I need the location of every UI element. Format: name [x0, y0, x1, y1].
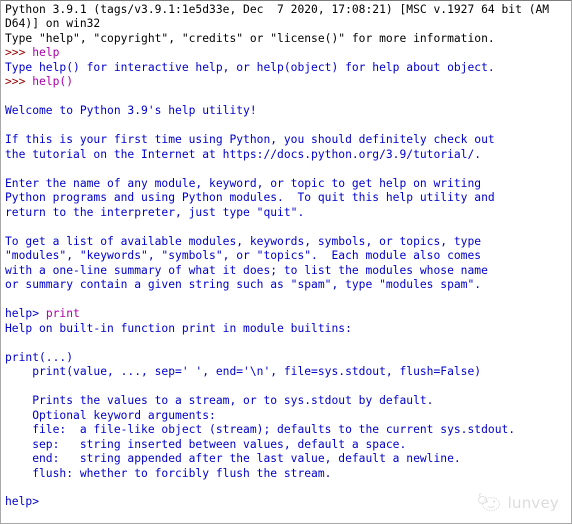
console-text: Help on built-in function print in modul… [5, 321, 352, 335]
console-line: the tutorial on the Internet at https://… [5, 148, 571, 162]
console-prompt: >>> [5, 46, 33, 60]
console-line: Python 3.9.1 (tags/v3.9.1:1e5d33e, Dec 7… [5, 3, 571, 17]
python-idle-shell-window[interactable]: Python 3.9.1 (tags/v3.9.1:1e5d33e, Dec 7… [0, 0, 572, 524]
console-text: print(value, ..., sep=' ', end='\n', fil… [5, 365, 482, 379]
console-user-input: print [45, 307, 80, 321]
console-line: Enter the name of any module, keyword, o… [5, 177, 571, 191]
console-text: file: a file-like object (stream); defau… [5, 423, 516, 437]
console-text: Python programs and using Python modules… [5, 191, 495, 205]
console-line: return to the interpreter, just type "qu… [5, 206, 571, 220]
console-line: "modules", "keywords", "symbols", or "to… [5, 249, 571, 263]
console-text: help> [5, 495, 40, 509]
console-text: flush: whether to forcibly flush the str… [5, 466, 332, 480]
console-line: Type "help", "copyright", "credits" or "… [5, 32, 571, 46]
console-line: Welcome to Python 3.9's help utility! [5, 104, 571, 118]
console-line: >>> help() [5, 75, 571, 89]
console-line: Optional keyword arguments: [5, 409, 571, 423]
console-text: end: string appended after the last valu… [5, 452, 461, 466]
console-line: or summary contain a given string such a… [5, 278, 571, 292]
console-user-input: help [32, 46, 60, 60]
console-text: Optional keyword arguments: [5, 408, 216, 422]
console-line: To get a list of available modules, keyw… [5, 235, 571, 249]
console-text: return to the interpreter, just type "qu… [5, 205, 305, 219]
console-line: sep: string inserted between values, def… [5, 438, 571, 452]
console-line: Prints the values to a stream, or to sys… [5, 394, 571, 408]
console-text: Python 3.9.1 (tags/v3.9.1:1e5d33e, Dec 7… [5, 3, 550, 16]
console-line: with a one-line summary of what it does;… [5, 264, 571, 278]
console-line: help> [5, 495, 571, 509]
console-line: file: a file-like object (stream); defau… [5, 423, 571, 437]
console-line: end: string appended after the last valu… [5, 452, 571, 466]
console-text: with a one-line summary of what it does;… [5, 263, 488, 277]
console-text: Type "help", "copyright", "credits" or "… [5, 31, 495, 45]
console-text: If this is your first time using Python,… [5, 133, 495, 147]
console-prompt: >>> [5, 75, 33, 89]
console-line: print(...) [5, 351, 571, 365]
console-text: Type help() for interactive help, or hel… [5, 60, 495, 74]
console-output-area[interactable]: Python 3.9.1 (tags/v3.9.1:1e5d33e, Dec 7… [1, 1, 571, 523]
console-line: D64)] on win32 [5, 17, 571, 31]
console-text: sep: string inserted between values, def… [5, 437, 407, 451]
console-text: Enter the name of any module, keyword, o… [5, 176, 482, 190]
console-text: help> [5, 307, 46, 321]
console-line: >>> help [5, 46, 571, 60]
console-text: Welcome to Python 3.9's help utility! [5, 104, 257, 118]
console-line: If this is your first time using Python,… [5, 133, 571, 147]
console-line: flush: whether to forcibly flush the str… [5, 467, 571, 481]
console-text: print(...) [5, 350, 74, 364]
console-line: Python programs and using Python modules… [5, 191, 571, 205]
console-line: Type help() for interactive help, or hel… [5, 61, 571, 75]
console-line: print(value, ..., sep=' ', end='\n', fil… [5, 365, 571, 379]
console-user-input: help() [32, 75, 74, 89]
console-text: D64)] on win32 [5, 17, 101, 31]
console-line: Help on built-in function print in modul… [5, 322, 571, 336]
console-text: or summary contain a given string such a… [5, 278, 482, 292]
console-line: help> print [5, 307, 571, 321]
console-text: Prints the values to a stream, or to sys… [5, 394, 434, 408]
console-text: To get a list of available modules, keyw… [5, 234, 482, 248]
console-text: the tutorial on the Internet at https://… [5, 147, 482, 161]
console-text: "modules", "keywords", "symbols", or "to… [5, 249, 482, 263]
